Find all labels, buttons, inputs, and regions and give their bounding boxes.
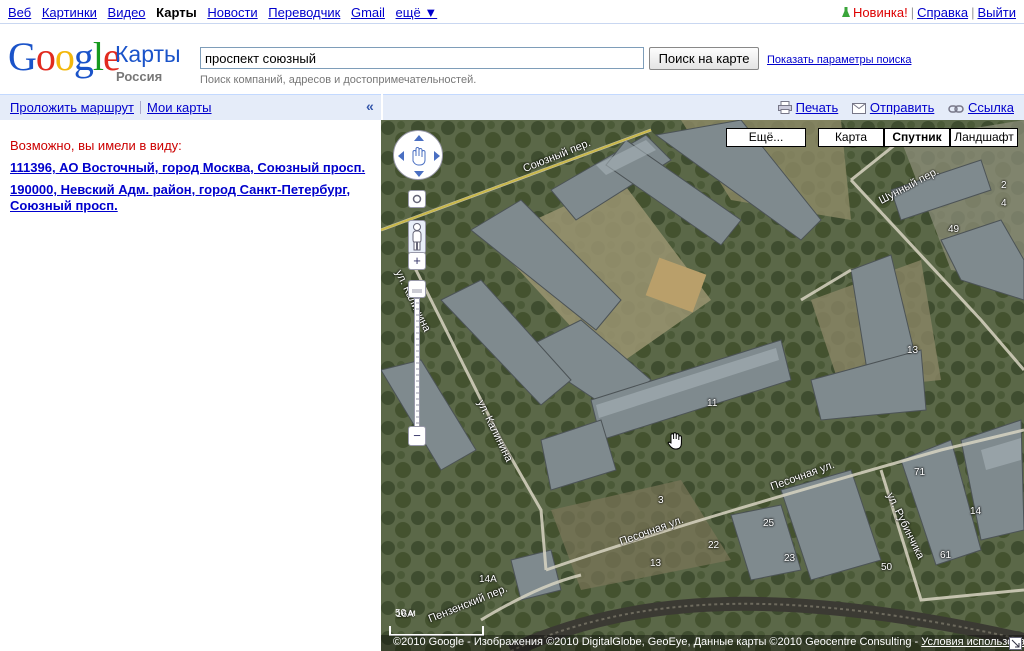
house-number: 14 bbox=[970, 506, 982, 517]
house-number: 3 bbox=[658, 495, 664, 506]
map-canvas[interactable]: Союзный пер. Шунный пер. ул. Калинина ул… bbox=[381, 120, 1024, 651]
gbar-gmail[interactable]: Gmail bbox=[351, 5, 385, 20]
house-number: 13 bbox=[650, 558, 662, 569]
google-bar: Веб Картинки Видео Карты Новости Перевод… bbox=[0, 0, 1024, 24]
gbar-news[interactable]: Новости bbox=[207, 5, 257, 20]
send-link[interactable]: Отправить bbox=[870, 100, 934, 115]
zoom-in-button[interactable]: + bbox=[408, 252, 426, 270]
more-layers-button[interactable]: Ещё... bbox=[726, 128, 806, 147]
map-type-terrain-button[interactable]: Ландшафт bbox=[950, 128, 1018, 147]
toolbar: Проложить маршрут Мои карты « Печать Отпр… bbox=[0, 94, 1024, 120]
gbar-maps: Карты bbox=[156, 5, 197, 20]
copyright-text: ©2010 Google - Изображения ©2010 Digital… bbox=[393, 636, 922, 648]
pan-arrows-icon bbox=[398, 135, 440, 177]
gbar-web[interactable]: Веб bbox=[8, 5, 31, 20]
resize-corner-icon[interactable] bbox=[1009, 637, 1022, 650]
house-number: 25 bbox=[763, 518, 775, 529]
map-type-satellite-button[interactable]: Спутник bbox=[884, 128, 950, 147]
house-number: 22 bbox=[708, 540, 720, 551]
search-input[interactable] bbox=[200, 47, 644, 69]
gbar-translate[interactable]: Переводчик bbox=[268, 5, 340, 20]
house-number: 13 bbox=[907, 345, 919, 356]
print-icon bbox=[777, 101, 792, 114]
zoom-ticks bbox=[416, 302, 420, 430]
satellite-imagery bbox=[381, 120, 1024, 651]
search-map-button[interactable]: Поиск на карте bbox=[649, 47, 759, 70]
street-view-pegman[interactable] bbox=[408, 220, 426, 254]
country-label: Россия bbox=[116, 69, 163, 84]
copyright-bar: ©2010 Google - Изображения ©2010 Digital… bbox=[381, 635, 1024, 651]
gbar-video[interactable]: Видео bbox=[108, 5, 146, 20]
my-maps-link[interactable]: Мои карты bbox=[147, 100, 212, 115]
link-icon bbox=[948, 105, 964, 113]
hand-cursor-icon bbox=[667, 432, 682, 450]
circle-icon bbox=[412, 194, 422, 204]
pan-control[interactable] bbox=[393, 130, 443, 180]
house-number: 49 bbox=[948, 224, 960, 235]
header: Google Карты Россия Поиск на карте Показ… bbox=[0, 25, 1024, 93]
flask-icon bbox=[841, 7, 850, 17]
zoom-out-button[interactable]: − bbox=[408, 426, 426, 446]
gbar-images[interactable]: Картинки bbox=[42, 5, 97, 20]
gbar-links: Веб Картинки Видео Карты Новости Перевод… bbox=[8, 5, 444, 20]
mail-icon bbox=[851, 103, 866, 114]
house-number: 23 bbox=[784, 553, 796, 564]
house-number: 11 bbox=[707, 398, 718, 409]
gbar-more[interactable]: ещё ▼ bbox=[396, 5, 438, 20]
map-type-map-button[interactable]: Карта bbox=[818, 128, 884, 147]
handle-grip-icon bbox=[412, 289, 422, 293]
new-link[interactable]: Новинка! bbox=[853, 5, 908, 20]
results-panel: Возможно, вы имели в виду: 111396, АО Во… bbox=[0, 120, 381, 651]
house-number: 14A bbox=[479, 574, 497, 585]
product-name: Карты bbox=[115, 41, 181, 67]
panel-divider[interactable] bbox=[381, 94, 383, 120]
gbar-user: Новинка! | Справка | Выйти bbox=[841, 5, 1017, 20]
house-number: 61 bbox=[940, 550, 952, 561]
pegman-icon bbox=[412, 223, 422, 251]
link-link[interactable]: Ссылка bbox=[968, 100, 1014, 115]
show-search-options-link[interactable]: Показать параметры поиска bbox=[767, 54, 911, 66]
house-number: 50 bbox=[881, 562, 893, 573]
help-link[interactable]: Справка bbox=[917, 5, 968, 20]
result-link-spb[interactable]: 190000, Невский Адм. район, город Санкт-… bbox=[10, 182, 375, 214]
scale-label: 50 м bbox=[395, 608, 416, 619]
did-you-mean-text: Возможно, вы имели в виду: bbox=[10, 138, 182, 153]
center-map-button[interactable] bbox=[408, 190, 426, 208]
house-number: 4 bbox=[1001, 198, 1007, 209]
search-hint: Поиск компаний, адресов и достопримечате… bbox=[200, 74, 477, 86]
google-logo[interactable]: Google bbox=[8, 37, 121, 77]
house-number: 71 bbox=[914, 467, 926, 478]
zoom-slider-track[interactable] bbox=[414, 298, 420, 436]
house-number: 2 bbox=[1001, 180, 1007, 191]
collapse-panel-button[interactable]: « bbox=[366, 98, 374, 114]
result-link-moscow[interactable]: 111396, АО Восточный, город Москва, Союз… bbox=[10, 160, 375, 176]
print-link[interactable]: Печать bbox=[796, 100, 839, 115]
logout-link[interactable]: Выйти bbox=[978, 5, 1017, 20]
route-link[interactable]: Проложить маршрут bbox=[10, 100, 134, 115]
zoom-slider-handle[interactable] bbox=[408, 280, 426, 298]
